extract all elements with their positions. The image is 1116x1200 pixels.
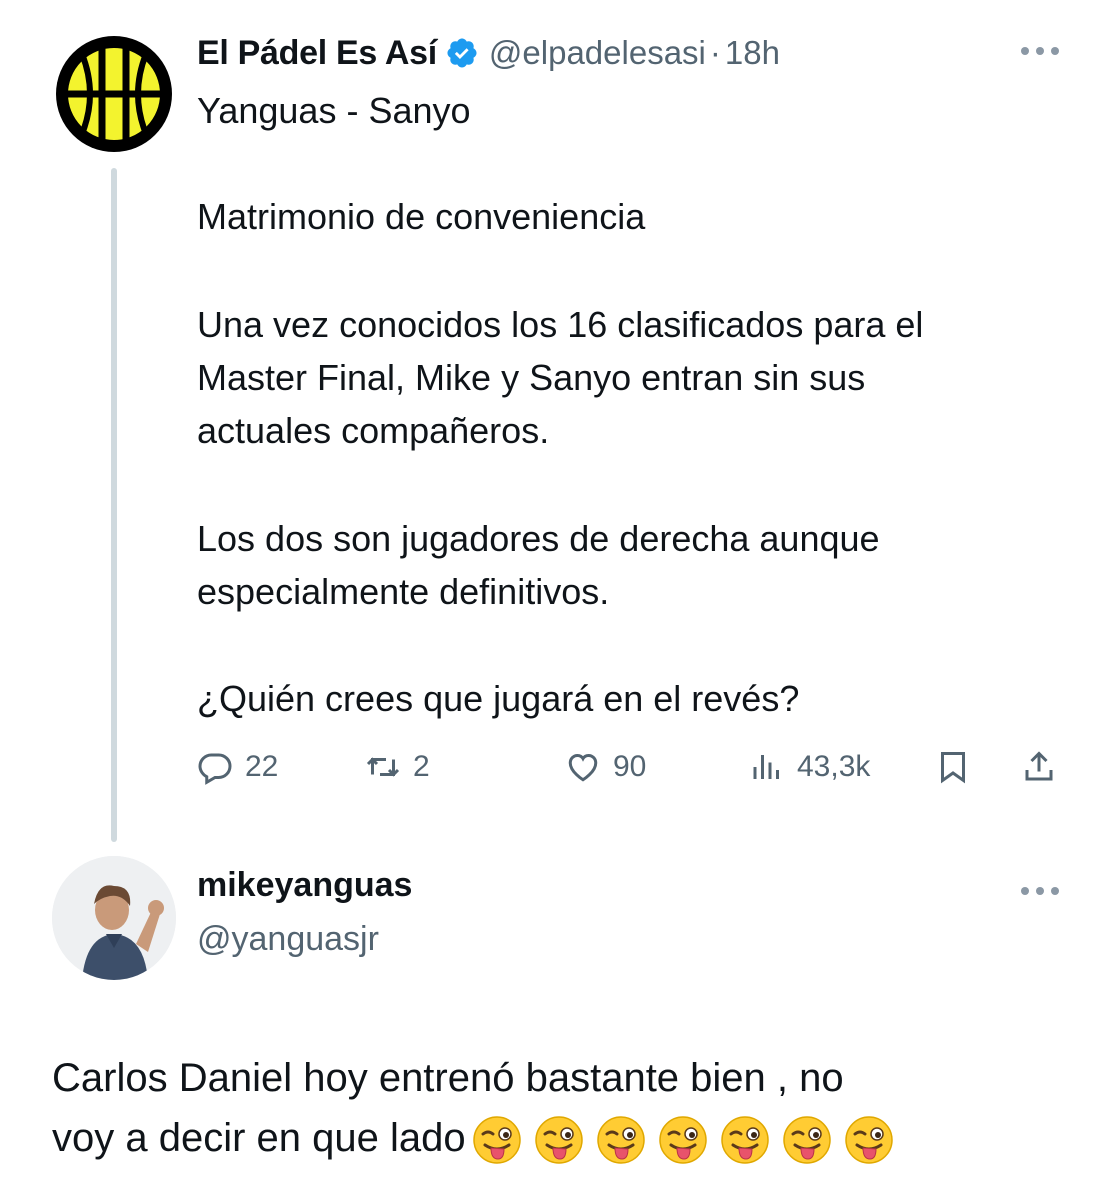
reply-icon xyxy=(198,753,232,785)
winking-face-with-tongue-emoji xyxy=(720,1116,769,1165)
winking-face-with-tongue-emoji xyxy=(472,1116,521,1165)
verified-badge-icon xyxy=(447,38,477,68)
more-options-icon[interactable] xyxy=(1018,44,1062,58)
author-avatar-logo[interactable] xyxy=(52,32,176,156)
share-button[interactable] xyxy=(1021,742,1057,792)
thread-connector-line xyxy=(111,168,117,842)
tweet-text-line: Matrimonio de conveniencia xyxy=(197,196,646,237)
views-button[interactable]: 43,3k xyxy=(749,742,870,792)
views-chart-icon xyxy=(753,755,779,779)
reply-count: 22 xyxy=(245,750,279,783)
reply-author-display-name[interactable]: mikeyanguas xyxy=(197,866,412,905)
winking-face-with-tongue-emoji xyxy=(596,1116,645,1165)
emoji-row xyxy=(472,1115,906,1165)
views-count: 43,3k xyxy=(797,750,871,783)
reply-text-line: Carlos Daniel hoy entrenó bastante bien … xyxy=(52,1056,844,1100)
tweet-text-paragraph: Una vez conocidos los 16 clasificados pa… xyxy=(197,304,924,451)
tweet-text-line: Yanguas - Sanyo xyxy=(197,90,471,131)
reply-button[interactable]: 22 xyxy=(197,742,278,792)
winking-face-with-tongue-emoji xyxy=(658,1116,707,1165)
like-count: 90 xyxy=(613,750,647,783)
person-photo-image xyxy=(52,856,176,980)
repost-count: 2 xyxy=(413,750,430,783)
reply-text-line-with-emoji: voy a decir en que lado xyxy=(52,1108,1092,1168)
reply-author-handle[interactable]: @yanguasjr xyxy=(197,920,379,959)
share-icon xyxy=(1025,751,1053,781)
tweet-header: El Pádel Es Así @elpadelesasi · 18h xyxy=(197,30,780,76)
tweet-text-paragraph: Los dos son jugadores de derecha aunque … xyxy=(197,518,880,612)
winking-face-with-tongue-emoji xyxy=(844,1116,893,1165)
more-options-icon[interactable] xyxy=(1018,884,1062,898)
winking-face-with-tongue-emoji xyxy=(782,1116,831,1165)
tweet-action-bar: 22 2 90 43,3k xyxy=(197,742,1067,792)
author-handle[interactable]: @elpadelesasi xyxy=(489,34,706,72)
reply-text: Carlos Daniel hoy entrenó bastante bien … xyxy=(52,1048,1092,1168)
separator-dot: · xyxy=(709,34,721,71)
bookmark-icon xyxy=(941,752,965,784)
reply-author-avatar[interactable] xyxy=(52,856,176,980)
repost-button[interactable]: 2 xyxy=(365,742,430,792)
bookmark-button[interactable] xyxy=(935,742,971,792)
reply-text-line: voy a decir en que lado xyxy=(52,1116,466,1160)
winking-face-with-tongue-emoji xyxy=(534,1116,583,1165)
like-button[interactable]: 90 xyxy=(565,742,646,792)
author-display-name[interactable]: El Pádel Es Así xyxy=(197,34,437,73)
tweet-timestamp[interactable]: 18h xyxy=(725,34,780,72)
tweet-text-line: ¿Quién crees que jugará en el revés? xyxy=(197,678,800,719)
heart-icon xyxy=(568,753,598,782)
repost-icon xyxy=(366,757,400,777)
